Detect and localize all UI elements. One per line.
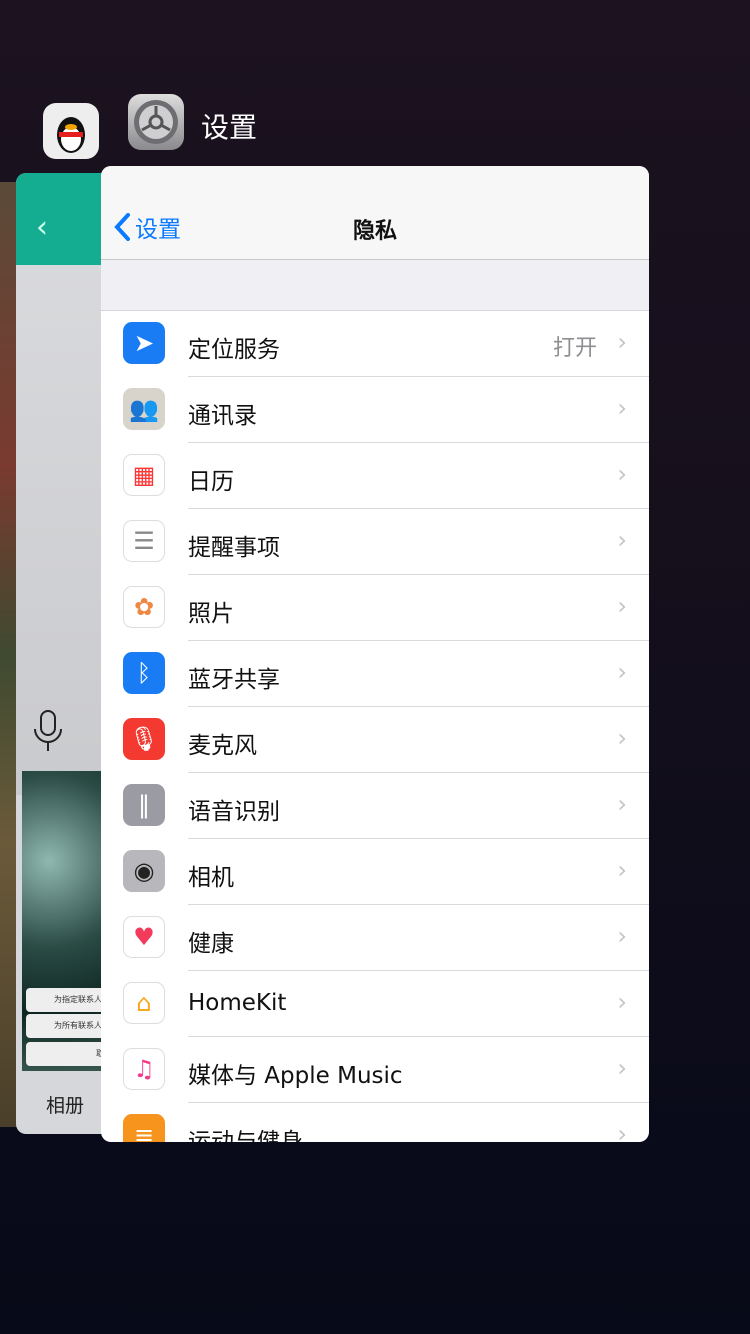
privacy-row[interactable]: ◉ 相机 ›	[101, 839, 649, 905]
row-value: 打开	[552, 336, 597, 361]
row-label: 健康	[188, 931, 234, 957]
qq-app-icon[interactable]	[43, 103, 99, 159]
settings-app-icon[interactable]	[128, 94, 184, 150]
row-label: HomeKit	[188, 990, 287, 1016]
chevron-right-icon: ›	[617, 394, 627, 422]
location-icon: ➤	[123, 322, 165, 364]
calendar-icon: ▦	[123, 454, 165, 496]
home-icon: ⌂	[123, 982, 165, 1024]
privacy-row[interactable]: ✿ 照片 ›	[101, 575, 649, 641]
chevron-right-icon: ›	[617, 790, 627, 818]
privacy-row[interactable]: ⌂ HomeKit ›	[101, 971, 649, 1037]
chevron-right-icon: ›	[617, 724, 627, 752]
microphone-icon: 🎙	[123, 718, 165, 760]
chevron-right-icon: ›	[617, 460, 627, 488]
chevron-right-icon: ›	[617, 988, 627, 1016]
row-label: 媒体与 Apple Music	[188, 1063, 403, 1089]
chevron-right-icon: ›	[617, 1120, 627, 1142]
row-label: 通讯录	[188, 403, 257, 429]
row-label: 相机	[188, 865, 234, 891]
album-label: 相册	[46, 1095, 85, 1117]
chevron-right-icon: ›	[617, 856, 627, 884]
privacy-row[interactable]: 👥 通讯录 ›	[101, 377, 649, 443]
chevron-right-icon: ›	[617, 526, 627, 554]
row-label: 提醒事项	[188, 535, 280, 561]
row-label: 运动与健身	[188, 1129, 303, 1142]
app-title: 设置	[201, 111, 258, 144]
row-label: 日历	[188, 469, 234, 495]
privacy-row[interactable]: ▦ 日历 ›	[101, 443, 649, 509]
chevron-right-icon: ›	[617, 922, 627, 950]
privacy-row[interactable]: ➤ 定位服务 打开 ›	[101, 311, 649, 377]
privacy-row[interactable]: ‖ 语音识别 ›	[101, 773, 649, 839]
speech-recognition-icon: ‖	[123, 784, 165, 826]
navigation-bar: 设置 隐私	[101, 166, 649, 260]
row-label: 蓝牙共享	[188, 667, 280, 693]
chevron-right-icon: ›	[617, 658, 627, 686]
motion-icon: ≡	[123, 1114, 165, 1142]
music-icon: ♫	[123, 1048, 165, 1090]
microphone-icon	[34, 710, 62, 751]
contacts-icon: 👥	[123, 388, 165, 430]
photos-icon: ✿	[123, 586, 165, 628]
row-label: 麦克风	[188, 733, 257, 759]
row-label: 语音识别	[188, 799, 280, 825]
privacy-row[interactable]: ♥ 健康 ›	[101, 905, 649, 971]
row-label: 照片	[188, 601, 234, 627]
privacy-row[interactable]: ≡ 运动与健身 ›	[101, 1103, 649, 1142]
page-title: 隐私	[352, 219, 397, 244]
privacy-row[interactable]: ᛒ 蓝牙共享 ›	[101, 641, 649, 707]
row-label: 定位服务	[188, 337, 280, 363]
privacy-row[interactable]: ♫ 媒体与 Apple Music ›	[101, 1037, 649, 1103]
reminders-icon: ☰	[123, 520, 165, 562]
settings-app-card[interactable]: 设置 隐私 ➤ 定位服务 打开 › 👥 通讯录 › ▦ 日历 › ☰ 提醒事项 …	[101, 166, 649, 1142]
back-chevron-icon: ‹	[36, 210, 48, 245]
privacy-row[interactable]: 🎙 麦克风 ›	[101, 707, 649, 773]
privacy-list: ➤ 定位服务 打开 › 👥 通讯录 › ▦ 日历 › ☰ 提醒事项 › ✿ 照片…	[101, 311, 649, 1142]
chevron-right-icon: ›	[617, 592, 627, 620]
health-icon: ♥	[123, 916, 165, 958]
camera-icon: ◉	[123, 850, 165, 892]
chevron-right-icon: ›	[617, 1054, 627, 1082]
section-spacer	[101, 260, 649, 311]
privacy-row[interactable]: ☰ 提醒事项 ›	[101, 509, 649, 575]
chevron-right-icon: ›	[617, 328, 627, 356]
bluetooth-icon: ᛒ	[123, 652, 165, 694]
